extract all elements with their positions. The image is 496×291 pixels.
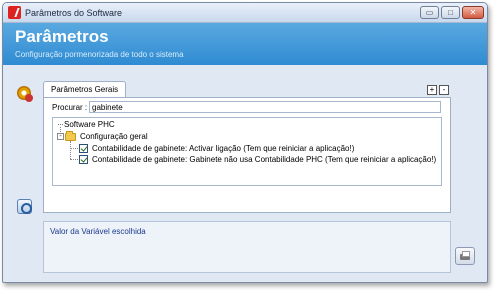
item-checkbox[interactable] <box>79 155 88 164</box>
expand-all-button[interactable]: + <box>427 85 437 95</box>
phc-logo-icon <box>8 6 21 19</box>
search-label: Procurar : <box>52 103 88 112</box>
page-title: Parâmetros <box>15 27 109 46</box>
folder-icon <box>65 131 76 141</box>
page-header: Parâmetros Configuração pormenorizada de… <box>3 23 487 65</box>
collapse-all-button[interactable]: - <box>439 85 449 95</box>
tree-root[interactable]: Software PHC <box>58 120 115 129</box>
variable-value-label: Valor da Variável escolhida <box>50 227 146 236</box>
item-checkbox[interactable] <box>79 144 88 153</box>
parameters-tree[interactable]: Software PHC - Configuração geral Contab… <box>52 117 442 186</box>
search-input[interactable] <box>89 101 441 113</box>
tree-connector <box>70 148 78 149</box>
parameters-window: Parâmetros do Software ▭ □ ✕ Parâmetros … <box>2 2 488 283</box>
tree-item-label[interactable]: Contabilidade de gabinete: Gabinete não … <box>92 155 436 164</box>
tree-item-label[interactable]: Contabilidade de gabinete: Activar ligaç… <box>92 144 354 153</box>
tab-parametros-gerais[interactable]: Parâmetros Gerais <box>43 81 127 98</box>
page-subtitle: Configuração pormenorizada de todo o sis… <box>15 50 184 59</box>
title-bar[interactable]: Parâmetros do Software ▭ □ ✕ <box>3 3 487 23</box>
tree-group-label[interactable]: Configuração geral <box>80 132 148 141</box>
tree-connector <box>70 141 71 159</box>
tree-expander[interactable]: - <box>57 133 64 140</box>
parameters-panel: Procurar : Software PHC - Configuração g… <box>43 97 451 213</box>
maximize-button[interactable]: □ <box>441 6 460 19</box>
gear-icon <box>17 86 33 102</box>
power-icon[interactable] <box>17 199 32 214</box>
minimize-button[interactable]: ▭ <box>420 6 439 19</box>
variable-value-panel: Valor da Variável escolhida <box>43 221 451 273</box>
tree-connector <box>70 159 78 160</box>
printer-icon[interactable] <box>455 247 475 265</box>
close-button[interactable]: ✕ <box>462 6 484 19</box>
window-title: Parâmetros do Software <box>25 8 123 18</box>
